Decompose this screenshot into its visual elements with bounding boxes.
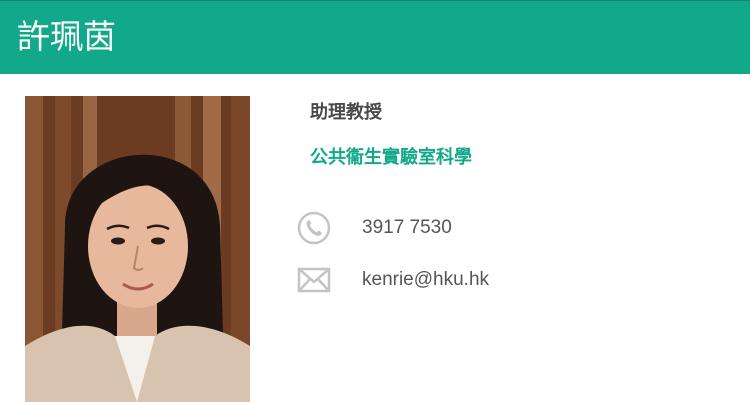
profile-name: 許珮茵: [17, 17, 116, 56]
department-link[interactable]: 公共衞生實驗室科學: [310, 146, 472, 170]
email-link[interactable]: kenrie@hku.hk: [362, 262, 489, 298]
profile-header: 許珮茵: [0, 0, 750, 74]
position-title: 助理教授: [310, 102, 382, 123]
person-photo-illustration: [25, 96, 250, 402]
profile-photo: [25, 96, 250, 402]
phone-row: 3917 7530: [296, 210, 452, 246]
envelope-icon: [296, 262, 332, 298]
phone-icon: [296, 210, 332, 246]
phone-number: 3917 7530: [362, 217, 452, 238]
email-row: kenrie@hku.hk: [296, 262, 489, 298]
